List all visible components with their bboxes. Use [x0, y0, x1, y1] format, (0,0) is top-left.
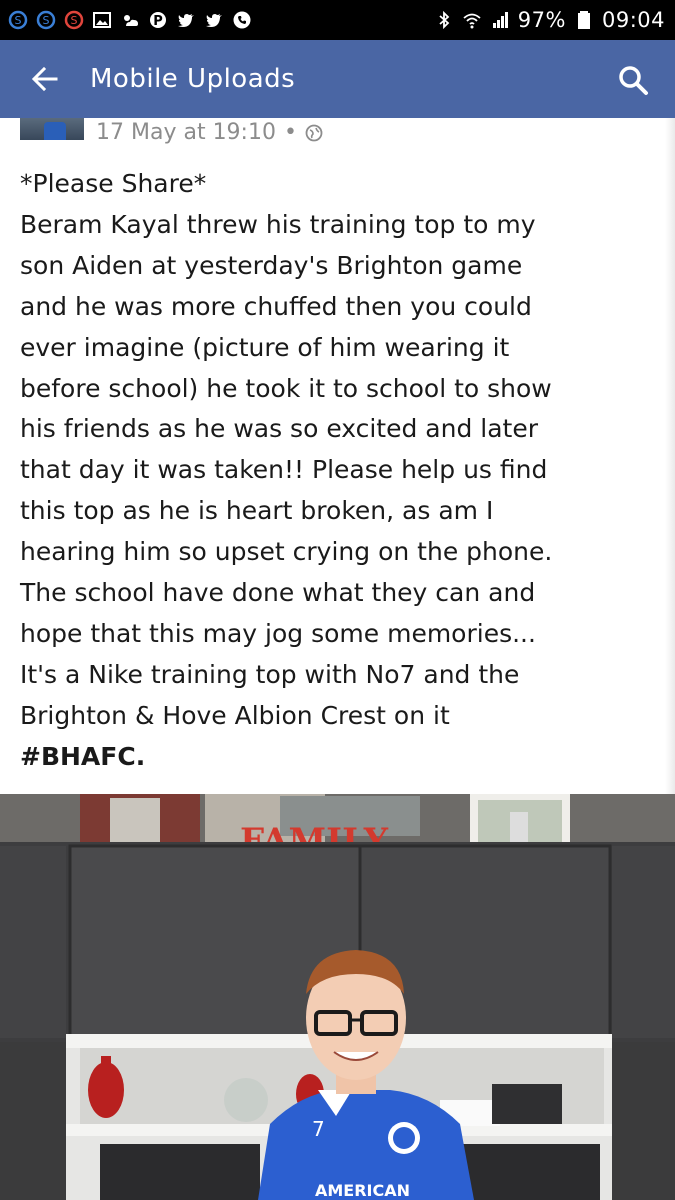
post-line: The school have done what they can and [20, 578, 536, 608]
search-button[interactable] [615, 62, 651, 98]
post-line: that day it was taken!! Please help us f… [20, 455, 548, 485]
weather-icon [120, 10, 140, 30]
twitter-icon [204, 10, 224, 30]
pinterest-icon: P [148, 10, 168, 30]
photo-image: FAMILY 7 AMERICAN [0, 794, 675, 1200]
post-timestamp[interactable]: 17 May at 19:10 [96, 120, 276, 145]
back-arrow-icon [31, 66, 58, 92]
back-button[interactable] [10, 40, 80, 118]
phone-icon [232, 10, 252, 30]
post-line: his friends as he was so excited and lat… [20, 414, 539, 444]
post-line: ever imagine (picture of him wearing it [20, 332, 510, 362]
post-line: *Please Share* [20, 169, 207, 198]
wifi-icon [462, 10, 482, 30]
scroll-edge [665, 118, 675, 794]
svg-text:P: P [153, 14, 163, 29]
system-status: 97% 09:04 [434, 8, 665, 32]
post-line: this top as he is heart broken, as am I [20, 496, 494, 526]
post-line: Brighton & Hove Albion Crest on it [20, 700, 450, 730]
image-icon [92, 10, 112, 30]
search-icon [619, 66, 648, 95]
page-title: Mobile Uploads [90, 64, 296, 94]
s-app-icon: S [8, 10, 28, 30]
post-message: *Please Share* Beram Kayal threw his tra… [20, 164, 660, 778]
shirt-sponsor: AMERICAN [315, 1181, 410, 1200]
avatar[interactable] [20, 118, 84, 140]
post-line: son Aiden at yesterday's Brighton game [20, 250, 523, 280]
hashtag-link[interactable]: #BHAFC. [20, 737, 660, 778]
s-app-icon: S [64, 10, 84, 30]
battery-icon [574, 10, 594, 30]
post-meta: 17 May at 19:10 • [96, 120, 323, 145]
post-line: It's a Nike training top with No7 and th… [20, 659, 520, 689]
shirt-number: 7 [312, 1117, 325, 1141]
signal-icon [490, 10, 510, 30]
post-line: and he was more chuffed then you could [20, 291, 532, 321]
twitter-icon [176, 10, 196, 30]
post-header: 17 May at 19:10 • [0, 118, 675, 158]
clock: 09:04 [601, 8, 665, 32]
post-line: hearing him so upset crying on the phone… [20, 537, 553, 567]
svg-text:S: S [71, 14, 78, 27]
svg-text:S: S [43, 14, 50, 27]
post-line: hope that this may jog some memories... [20, 618, 536, 648]
status-bar: S S S P 97% 09:04 [0, 0, 675, 40]
globe-icon [305, 124, 323, 142]
meta-separator: • [283, 120, 297, 145]
post-line: before school) he took it to school to s… [20, 373, 552, 403]
svg-text:S: S [15, 14, 22, 27]
app-bar: Mobile Uploads [0, 40, 675, 118]
bluetooth-icon [434, 10, 454, 30]
post-photo[interactable]: FAMILY 7 AMERICAN [0, 794, 675, 1200]
post-line: Beram Kayal threw his training top to my [20, 209, 536, 239]
s-app-icon: S [36, 10, 56, 30]
battery-percent: 97% [517, 8, 566, 32]
notification-icons: S S S P [8, 10, 252, 30]
